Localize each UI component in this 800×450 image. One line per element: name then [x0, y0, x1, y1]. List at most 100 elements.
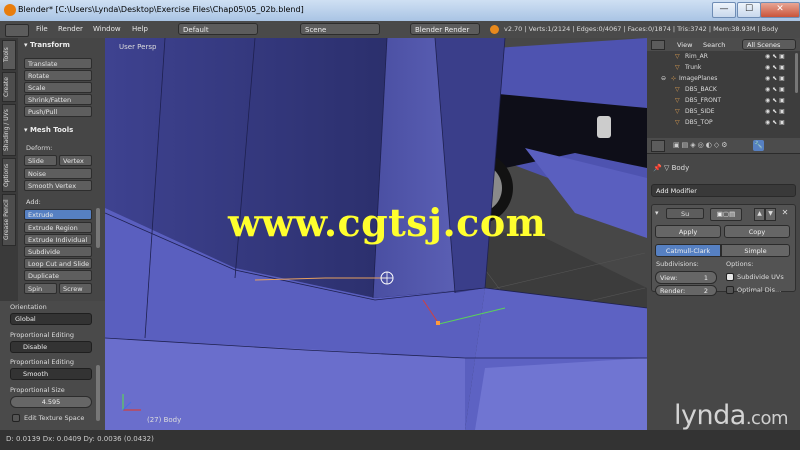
outliner-row[interactable]: ▽ DB5_BACK ◉ ⬉ ▣ — [647, 86, 800, 96]
copy-button[interactable]: Copy — [724, 225, 790, 238]
visibility-eye-icon[interactable]: ◉ ⬉ ▣ — [765, 64, 785, 71]
lynda-logo-suffix: .com — [745, 408, 789, 429]
push-pull-button[interactable]: Push/Pull — [24, 106, 92, 117]
slide-vertex-button[interactable]: Vertex — [59, 155, 92, 166]
proportional-size-label: Proportional Size — [10, 386, 65, 394]
toolshelf-tabs: Tools Create Shading / UVs Options Greas… — [0, 38, 18, 301]
tab-create[interactable]: Create — [2, 72, 16, 102]
loop-cut-slide-button[interactable]: Loop Cut and Slide — [24, 258, 92, 269]
deform-label: Deform: — [26, 144, 53, 152]
visibility-eye-icon[interactable]: ◉ ⬉ ▣ — [765, 108, 785, 115]
spin-button[interactable]: Spin — [24, 283, 57, 294]
outliner-scrollbar[interactable] — [795, 53, 798, 93]
outliner-row[interactable]: ▽ DB5_TOP ◉ ⬉ ▣ — [647, 119, 800, 129]
extrude-region-button[interactable]: Extrude Region — [24, 222, 92, 233]
minimize-button[interactable]: — — [712, 2, 736, 18]
edit-texture-space-checkbox[interactable] — [12, 414, 20, 422]
extrude-button[interactable]: Extrude — [24, 209, 92, 220]
object-icon: ▽ — [663, 164, 670, 172]
modifier-name-field[interactable]: Su — [666, 208, 704, 219]
duplicate-button[interactable]: Duplicate — [24, 270, 92, 281]
subdivide-button[interactable]: Subdivide — [24, 246, 92, 257]
visibility-eye-icon[interactable]: ◉ ⬉ ▣ — [765, 75, 785, 82]
outliner-row[interactable]: ▽ Rim_AR ◉ ⬉ ▣ — [647, 53, 800, 63]
scale-button[interactable]: Scale — [24, 82, 92, 93]
subsurf-modifier-panel: ▾ Su ▣▢▤ ▲ ▼ ✕ Apply Copy Catmull-Clark … — [651, 204, 796, 296]
remove-modifier-icon[interactable]: ✕ — [780, 208, 790, 219]
simple-button[interactable]: Simple — [721, 244, 790, 257]
scene-select[interactable]: Scene — [300, 23, 380, 35]
orientation-select[interactable]: Global — [10, 313, 92, 325]
pin-icon[interactable]: 📌 — [653, 164, 662, 172]
outliner-view-menu[interactable]: View — [677, 41, 692, 49]
collapse-triangle-icon[interactable]: ▾ — [655, 209, 659, 217]
close-button[interactable]: ✕ — [760, 2, 800, 18]
proportional-editing-select[interactable]: Disable — [10, 341, 92, 353]
proportional-falloff-select[interactable]: Smooth — [10, 368, 92, 380]
move-down-icon[interactable]: ▼ — [765, 208, 776, 221]
visibility-eye-icon[interactable]: ◉ ⬉ ▣ — [765, 53, 785, 60]
subdivisions-label: Subdivisions: — [656, 260, 699, 268]
catmull-clark-button[interactable]: Catmull-Clark — [655, 244, 721, 257]
subdivide-uvs-checkbox[interactable] — [726, 273, 734, 281]
render-levels-field[interactable]: Render: 2 — [655, 285, 717, 296]
toolshelf: ▾ Transform Translate Rotate Scale Shrin… — [18, 38, 105, 301]
outliner: ▽ Rim_AR ◉ ⬉ ▣ ▽ Trunk ◉ ⬉ ▣ ⊖ ⊹ ImagePlanes ◉ … — [647, 51, 800, 135]
empty-icon: ⊹ — [671, 75, 677, 82]
screw-button[interactable]: Screw — [59, 283, 92, 294]
menu-render[interactable]: Render — [58, 25, 83, 33]
properties-context-icons[interactable]: ▣▤◈◎◐◇⚙ — [673, 141, 730, 149]
noise-button[interactable]: Noise — [24, 168, 92, 179]
menu-help[interactable]: Help — [132, 25, 148, 33]
object-triangle-icon: ▽ — [675, 64, 680, 71]
scene-stats: v2.70 | Verts:1/2124 | Edges:0/4067 | Fa… — [504, 25, 779, 33]
tab-tools[interactable]: Tools — [2, 40, 16, 70]
menu-file[interactable]: File — [36, 25, 48, 33]
view-levels-field[interactable]: View: 1 — [655, 271, 717, 284]
outliner-row[interactable]: ⊖ ⊹ ImagePlanes ◉ ⬉ ▣ — [647, 75, 800, 85]
object-triangle-icon: ▽ — [675, 86, 680, 93]
collapse-icon[interactable]: ⊖ — [661, 75, 666, 82]
tab-shading-uvs[interactable]: Shading / UVs — [2, 104, 16, 156]
operator-panel-scrollbar[interactable] — [96, 365, 100, 421]
mesh-tools-panel-title[interactable]: ▾ Mesh Tools — [24, 126, 73, 134]
toolshelf-scrollbar[interactable] — [96, 208, 100, 248]
transform-delta-readout: D: 0.0139 Dx: 0.0409 Dy: 0.0036 (0.0432) — [6, 435, 154, 443]
menu-window[interactable]: Window — [93, 25, 121, 33]
outliner-row-name: DB5_BACK — [685, 86, 717, 93]
visibility-eye-icon[interactable]: ◉ ⬉ ▣ — [765, 119, 785, 126]
outliner-display-select[interactable]: All Scenes — [742, 39, 796, 50]
outliner-row[interactable]: ▽ DB5_FRONT ◉ ⬉ ▣ — [647, 97, 800, 107]
visibility-eye-icon[interactable]: ◉ ⬉ ▣ — [765, 86, 785, 93]
optimal-display-checkbox[interactable] — [726, 286, 734, 294]
blender-icon — [490, 25, 499, 34]
modifier-display-toggles-icon[interactable]: ▣▢▤ — [710, 208, 742, 221]
properties-editor-type-icon[interactable] — [651, 140, 665, 152]
modifier-wrench-icon[interactable]: 🔧 — [753, 140, 764, 151]
screen-layout-select[interactable]: Default — [178, 23, 258, 35]
tab-grease-pencil[interactable]: Grease Pencil — [2, 194, 16, 246]
extrude-individual-button[interactable]: Extrude Individual — [24, 234, 92, 245]
transform-panel-title[interactable]: ▾ Transform — [24, 41, 70, 49]
maximize-button[interactable]: ☐ — [737, 2, 761, 18]
outliner-search-menu[interactable]: Search — [703, 41, 725, 49]
add-modifier-select[interactable]: Add Modifier — [651, 184, 796, 197]
move-up-icon[interactable]: ▲ — [754, 208, 765, 221]
translate-button[interactable]: Translate — [24, 58, 92, 69]
slide-edge-button[interactable]: Slide Edge — [24, 155, 57, 175]
subdivide-uvs-label: Subdivide UVs — [737, 273, 784, 281]
blender-logo-icon — [4, 4, 16, 16]
smooth-vertex-button[interactable]: Smooth Vertex — [24, 180, 92, 191]
rotate-button[interactable]: Rotate — [24, 70, 92, 81]
tab-options[interactable]: Options — [2, 158, 16, 192]
render-engine-select[interactable]: Blender Render — [410, 23, 480, 35]
shrink-fatten-button[interactable]: Shrink/Fatten — [24, 94, 92, 105]
visibility-eye-icon[interactable]: ◉ ⬉ ▣ — [765, 97, 785, 104]
outliner-row[interactable]: ▽ DB5_SIDE ◉ ⬉ ▣ — [647, 108, 800, 118]
outliner-editor-type-icon[interactable] — [651, 40, 665, 50]
apply-button[interactable]: Apply — [655, 225, 721, 238]
object-triangle-icon: ▽ — [675, 119, 680, 126]
outliner-row[interactable]: ▽ Trunk ◉ ⬉ ▣ — [647, 64, 800, 74]
info-editor-type-icon[interactable] — [5, 24, 29, 37]
proportional-size-field[interactable]: 4.595 — [10, 396, 92, 408]
